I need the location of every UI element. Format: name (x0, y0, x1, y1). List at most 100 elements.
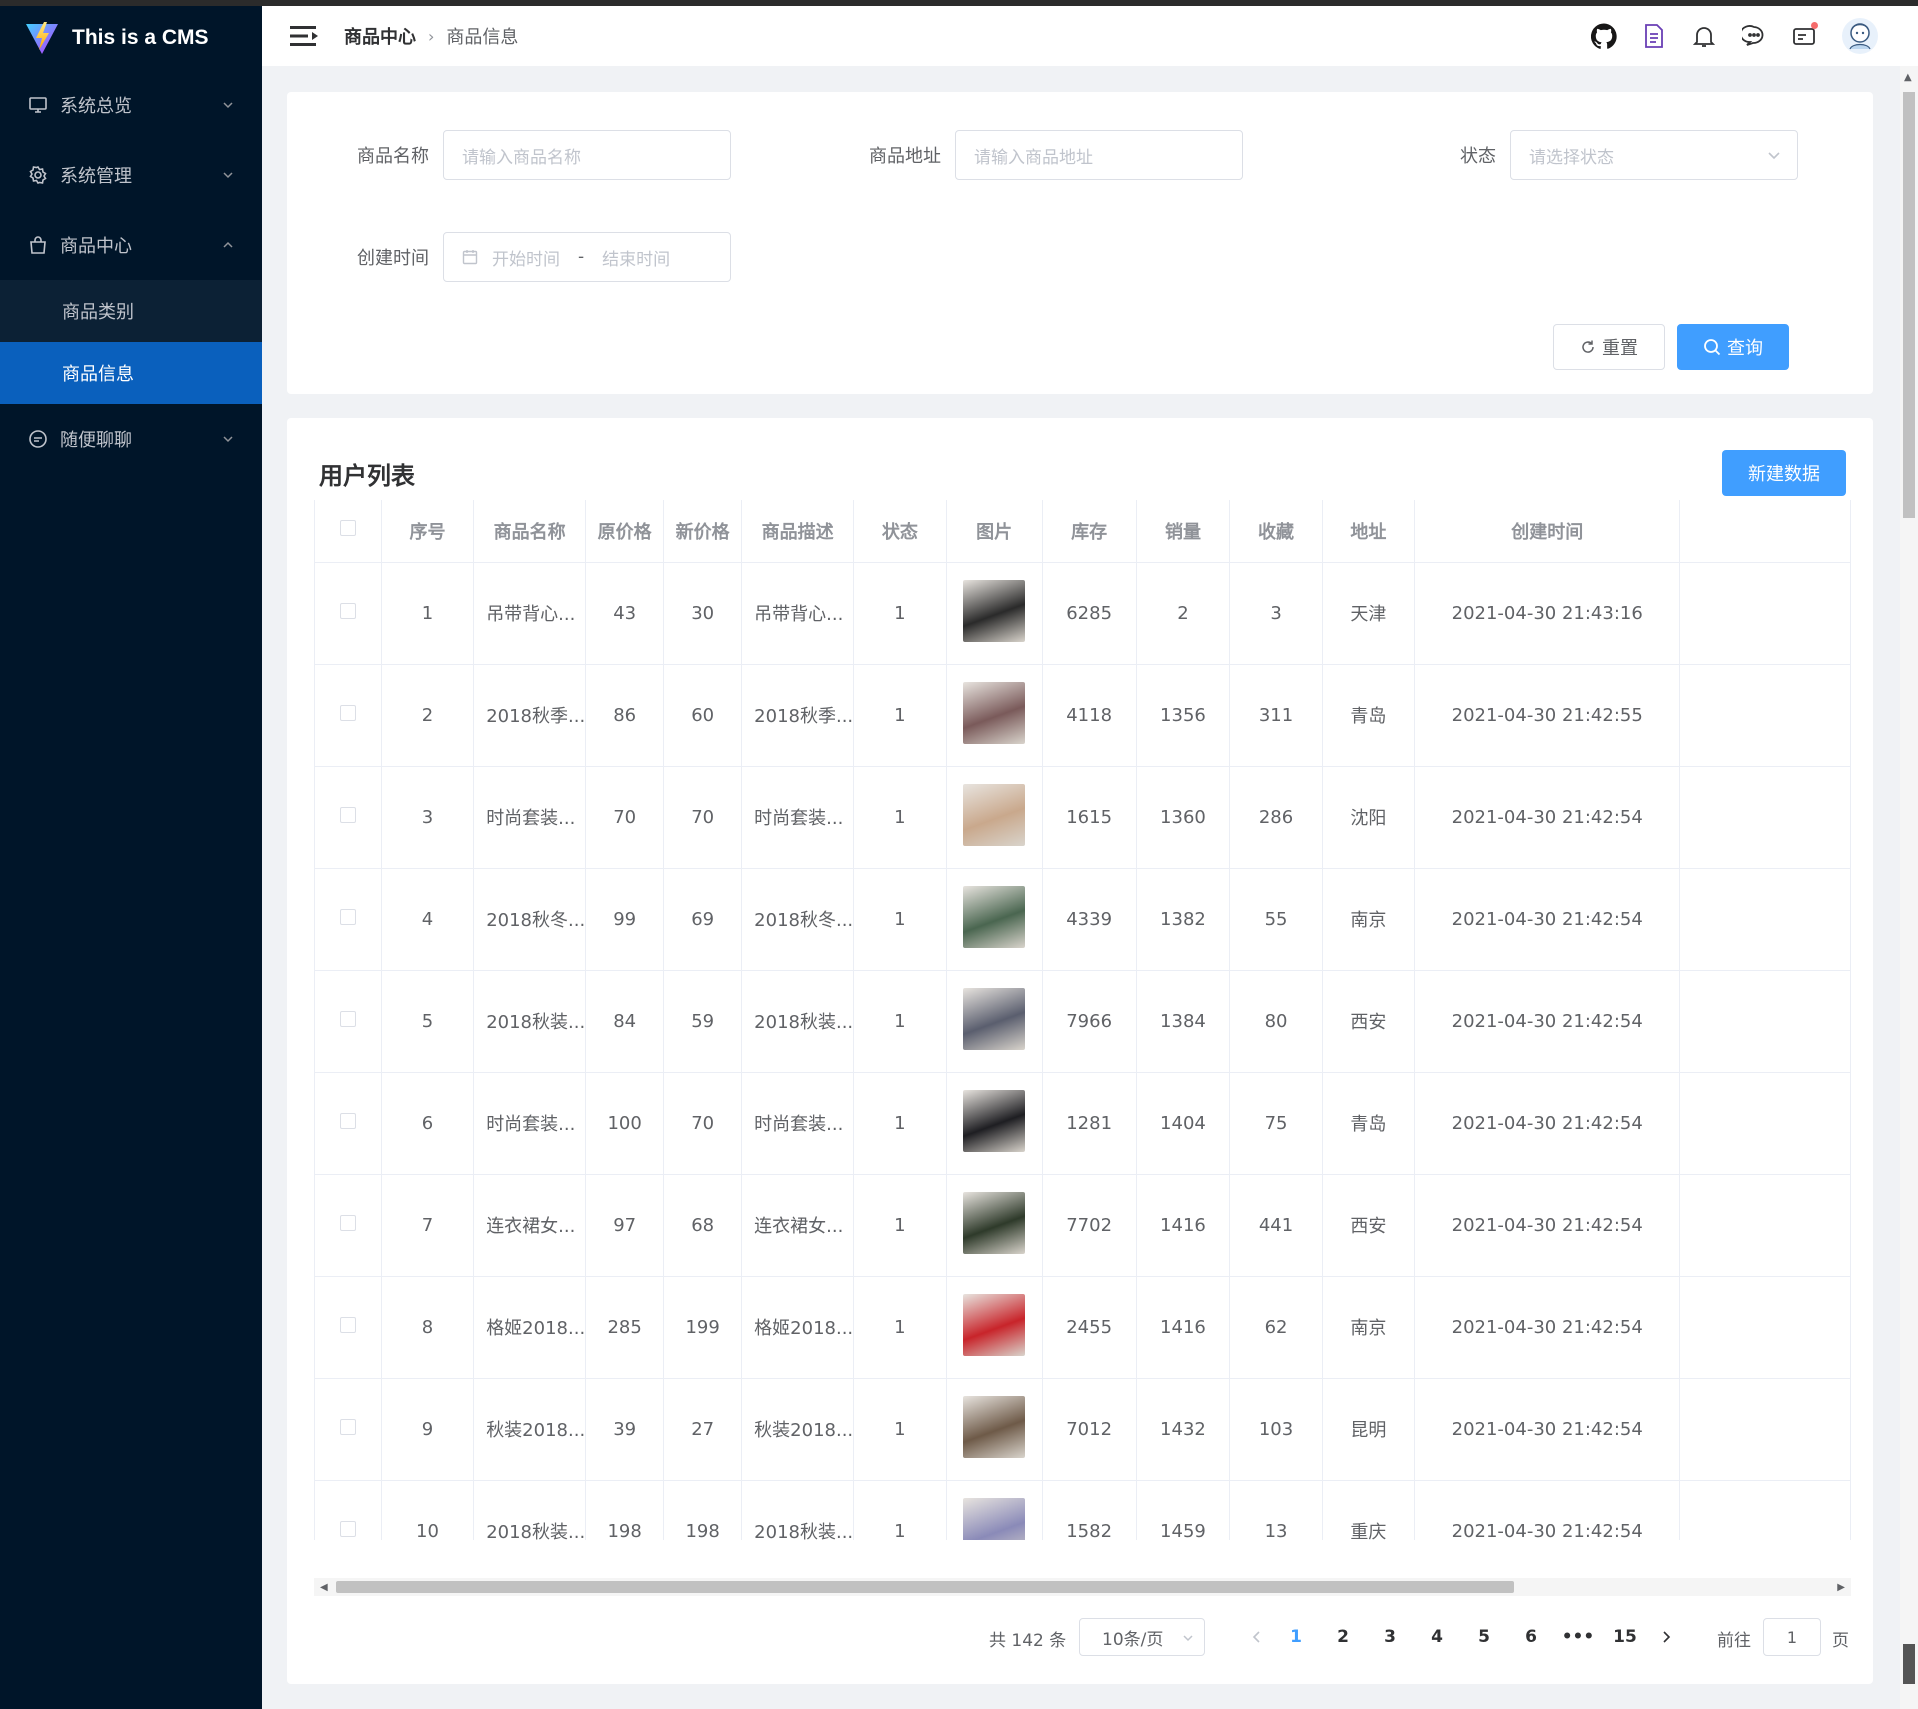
name-input[interactable]: 请输入商品名称 (443, 130, 731, 180)
product-image[interactable] (963, 1089, 1026, 1152)
message-icon[interactable] (1736, 18, 1772, 54)
product-image[interactable] (963, 1497, 1026, 1540)
sidebar-item-chat[interactable]: 随便聊聊 (0, 404, 262, 474)
column-header: 商品名称 (473, 500, 587, 563)
column-header-extra (1679, 500, 1851, 563)
select-all-checkbox[interactable] (339, 520, 356, 537)
sidebar-item-system[interactable]: 系统管理 (0, 140, 262, 210)
scroll-up-icon[interactable]: ▲ (1904, 72, 1912, 83)
date-range-picker[interactable]: 开始时间 - 结束时间 (443, 232, 731, 282)
table-row[interactable]: 4 2018秋冬... 99 69 2018秋冬... 1 4339 1382 55 南京 2021… (315, 868, 1851, 971)
sidebar-item-goods-category[interactable]: 商品类别 (0, 280, 262, 342)
product-image[interactable] (963, 681, 1026, 744)
page-number[interactable]: 5 (1466, 1624, 1502, 1650)
page-ellipsis[interactable]: ••• (1560, 1624, 1596, 1650)
avatar[interactable] (1842, 18, 1878, 54)
page-number[interactable]: 2 (1325, 1624, 1361, 1650)
row-checkbox[interactable] (339, 908, 356, 925)
table-row[interactable]: 6 时尚套装... 100 70 时尚套装... 1 1281 1404 75 青岛 2021-04… (315, 1072, 1851, 1175)
product-image[interactable] (963, 783, 1026, 846)
product-image[interactable] (963, 1293, 1026, 1356)
row-checkbox[interactable] (339, 806, 356, 823)
table-row[interactable]: 10 2018秋装... 198 198 2018秋装... 1 1582 1459 13 重庆 2… (315, 1480, 1851, 1540)
product-image[interactable] (963, 987, 1026, 1050)
bell-icon[interactable] (1686, 18, 1722, 54)
scroll-left-icon[interactable]: ◀ (320, 1582, 328, 1593)
row-checkbox[interactable] (339, 602, 356, 619)
sidebar-item-overview[interactable]: 系统总览 (0, 70, 262, 140)
cell-new-price: 199 (663, 1276, 743, 1379)
cell-stock: 7702 (1042, 1174, 1137, 1277)
cell-created: 2021-04-30 21:42:54 (1414, 1072, 1681, 1175)
chevron-down-icon (1768, 152, 1780, 160)
page-number[interactable]: 15 (1607, 1624, 1643, 1650)
status-select[interactable]: 请选择状态 (1510, 130, 1798, 180)
page-number[interactable]: 1 (1278, 1624, 1314, 1650)
next-page-button[interactable] (1654, 1624, 1678, 1650)
inbox-icon[interactable] (1786, 18, 1822, 54)
end-time-placeholder[interactable]: 结束时间 (602, 245, 670, 270)
table-row[interactable]: 1 吊带背心... 43 30 吊带背心... 1 6285 2 3 天津 2021-04-30 2… (315, 562, 1851, 665)
cell-stock: 7012 (1042, 1378, 1137, 1481)
top-header: 商品中心 › 商品信息 (262, 6, 1918, 66)
query-button[interactable]: 查询 (1677, 324, 1789, 370)
address-input[interactable]: 请输入商品地址 (955, 130, 1243, 180)
cell-name: 秋装2018... (473, 1378, 587, 1481)
table-row[interactable]: 8 格姬2018... 285 199 格姬2018... 1 2455 1416 62 南京 20… (315, 1276, 1851, 1379)
row-select-cell (315, 766, 382, 869)
table-row[interactable]: 5 2018秋装... 84 59 2018秋装... 1 7966 1384 80 西安 2021… (315, 970, 1851, 1073)
horizontal-scrollbar[interactable]: ◀ ▶ (314, 1578, 1851, 1596)
table-row[interactable]: 3 时尚套装... 70 70 时尚套装... 1 1615 1360 286 沈阳 2021-04… (315, 766, 1851, 869)
scrollbar-thumb[interactable] (1903, 92, 1915, 518)
created-time-field: 创建时间 开始时间 - 结束时间 (357, 232, 731, 282)
image-cell (946, 664, 1043, 767)
cell-status: 1 (853, 1072, 947, 1175)
page-vertical-scrollbar[interactable]: ▲ (1900, 66, 1918, 1709)
row-checkbox[interactable] (339, 1520, 356, 1537)
cell-created: 2021-04-30 21:42:54 (1414, 1480, 1681, 1540)
github-icon[interactable] (1586, 18, 1622, 54)
table-row[interactable]: 2 2018秋季... 86 60 2018秋季... 1 4118 1356 311 青岛 202… (315, 664, 1851, 767)
row-checkbox[interactable] (339, 704, 356, 721)
chevron-up-icon (223, 241, 233, 248)
breadcrumb-item[interactable]: 商品中心 (344, 23, 416, 49)
product-image[interactable] (963, 885, 1026, 948)
page-number[interactable]: 4 (1419, 1624, 1455, 1650)
product-image[interactable] (963, 1191, 1026, 1254)
row-select-cell (315, 1378, 382, 1481)
start-time-placeholder[interactable]: 开始时间 (492, 245, 560, 270)
row-checkbox[interactable] (339, 1112, 356, 1129)
row-checkbox[interactable] (339, 1010, 356, 1027)
scroll-right-icon[interactable]: ▶ (1837, 1582, 1845, 1593)
scrollbar-thumb[interactable] (336, 1581, 1514, 1593)
cell-index: 4 (381, 868, 475, 971)
menu-fold-icon[interactable] (290, 24, 320, 48)
row-checkbox[interactable] (339, 1316, 356, 1333)
logo[interactable]: This is a CMS (0, 6, 262, 70)
cell-address: 南京 (1322, 1276, 1416, 1379)
page-size-select[interactable]: 10条/页 (1079, 1618, 1205, 1656)
prev-page-button[interactable] (1245, 1624, 1269, 1650)
reset-button[interactable]: 重置 (1553, 324, 1665, 370)
page-number[interactable]: 6 (1513, 1624, 1549, 1650)
document-icon[interactable] (1636, 18, 1672, 54)
cell-created: 2021-04-30 21:42:54 (1414, 868, 1681, 971)
chevron-down-icon (223, 436, 233, 443)
product-image[interactable] (963, 579, 1026, 642)
cell-name: 2018秋装... (473, 970, 587, 1073)
table-row[interactable]: 7 连衣裙女... 97 68 连衣裙女... 1 7702 1416 441 西安 2021-04… (315, 1174, 1851, 1277)
page-number[interactable]: 3 (1372, 1624, 1408, 1650)
row-checkbox[interactable] (339, 1418, 356, 1435)
sidebar-item-goods-center[interactable]: 商品中心 (0, 210, 262, 280)
row-select-cell (315, 1072, 382, 1175)
product-image[interactable] (963, 1395, 1026, 1458)
row-checkbox[interactable] (339, 1214, 356, 1231)
cell-index: 6 (381, 1072, 475, 1175)
scrollbar-thumb-lower[interactable] (1903, 1644, 1915, 1684)
image-cell (946, 562, 1043, 665)
cell-address: 西安 (1322, 1174, 1416, 1277)
table-row[interactable]: 9 秋装2018... 39 27 秋装2018... 1 7012 1432 103 昆明 202… (315, 1378, 1851, 1481)
new-data-button[interactable]: 新建数据 (1722, 450, 1846, 496)
jump-page-input[interactable]: 1 (1763, 1618, 1821, 1656)
sidebar-item-goods-info[interactable]: 商品信息 (0, 342, 262, 404)
